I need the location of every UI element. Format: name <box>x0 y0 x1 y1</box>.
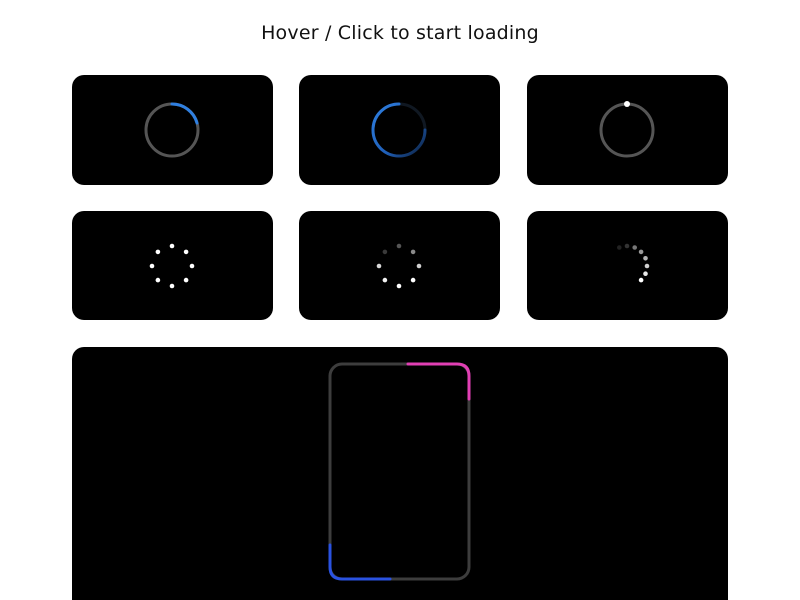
loader-dot <box>643 271 648 276</box>
loader-dot <box>155 249 161 255</box>
loader-dot <box>644 263 650 269</box>
loader-dot <box>155 277 161 283</box>
dots-circle-loader-card[interactable] <box>72 211 273 320</box>
dots-partial-loader-card[interactable] <box>527 211 728 320</box>
ring-dot-loader <box>599 101 655 158</box>
dots-fading-loader-card[interactable] <box>299 211 500 320</box>
loader-dot <box>617 245 622 250</box>
rounded-rect-loader-card[interactable] <box>72 347 728 600</box>
ring-dot-loader-card[interactable] <box>527 75 728 185</box>
loader-dot <box>638 277 644 283</box>
loader-dot <box>382 277 388 283</box>
loader-dot <box>638 249 644 255</box>
ring-track <box>599 102 655 158</box>
loader-dot <box>183 249 189 255</box>
dots-fading-loader <box>376 243 422 289</box>
loader-dot <box>410 249 416 255</box>
dots-circle-loader <box>149 243 195 289</box>
loader-dot <box>183 277 189 283</box>
rect-arc-blue <box>328 543 392 581</box>
rect-arc-magenta <box>406 362 471 401</box>
loader-dot <box>169 243 175 249</box>
ring-gradient-loader-card[interactable] <box>299 75 500 185</box>
loader-dot <box>396 243 402 249</box>
loader-dot <box>169 283 175 289</box>
loader-dot <box>382 249 388 255</box>
rounded-rect-loader <box>328 362 471 581</box>
page-title: Hover / Click to start loading <box>261 22 539 44</box>
loader-dot <box>643 256 648 261</box>
page: Hover / Click to start loading <box>0 0 800 600</box>
loader-dot <box>189 263 195 269</box>
ring-arc-loader <box>144 102 200 158</box>
loader-dot <box>376 263 382 269</box>
dots-partial-loader <box>617 243 650 283</box>
ring-arc <box>170 102 199 125</box>
rect-track <box>328 362 471 581</box>
ring-dot <box>624 101 630 107</box>
loader-dot <box>632 245 637 250</box>
ring-arc-loader-card[interactable] <box>72 75 273 185</box>
ring-gradient-loader <box>371 102 427 158</box>
loader-dot <box>396 283 402 289</box>
loader-dot <box>416 263 422 269</box>
loader-dot <box>624 243 630 249</box>
loader-dot <box>149 263 155 269</box>
loader-dot <box>410 277 416 283</box>
